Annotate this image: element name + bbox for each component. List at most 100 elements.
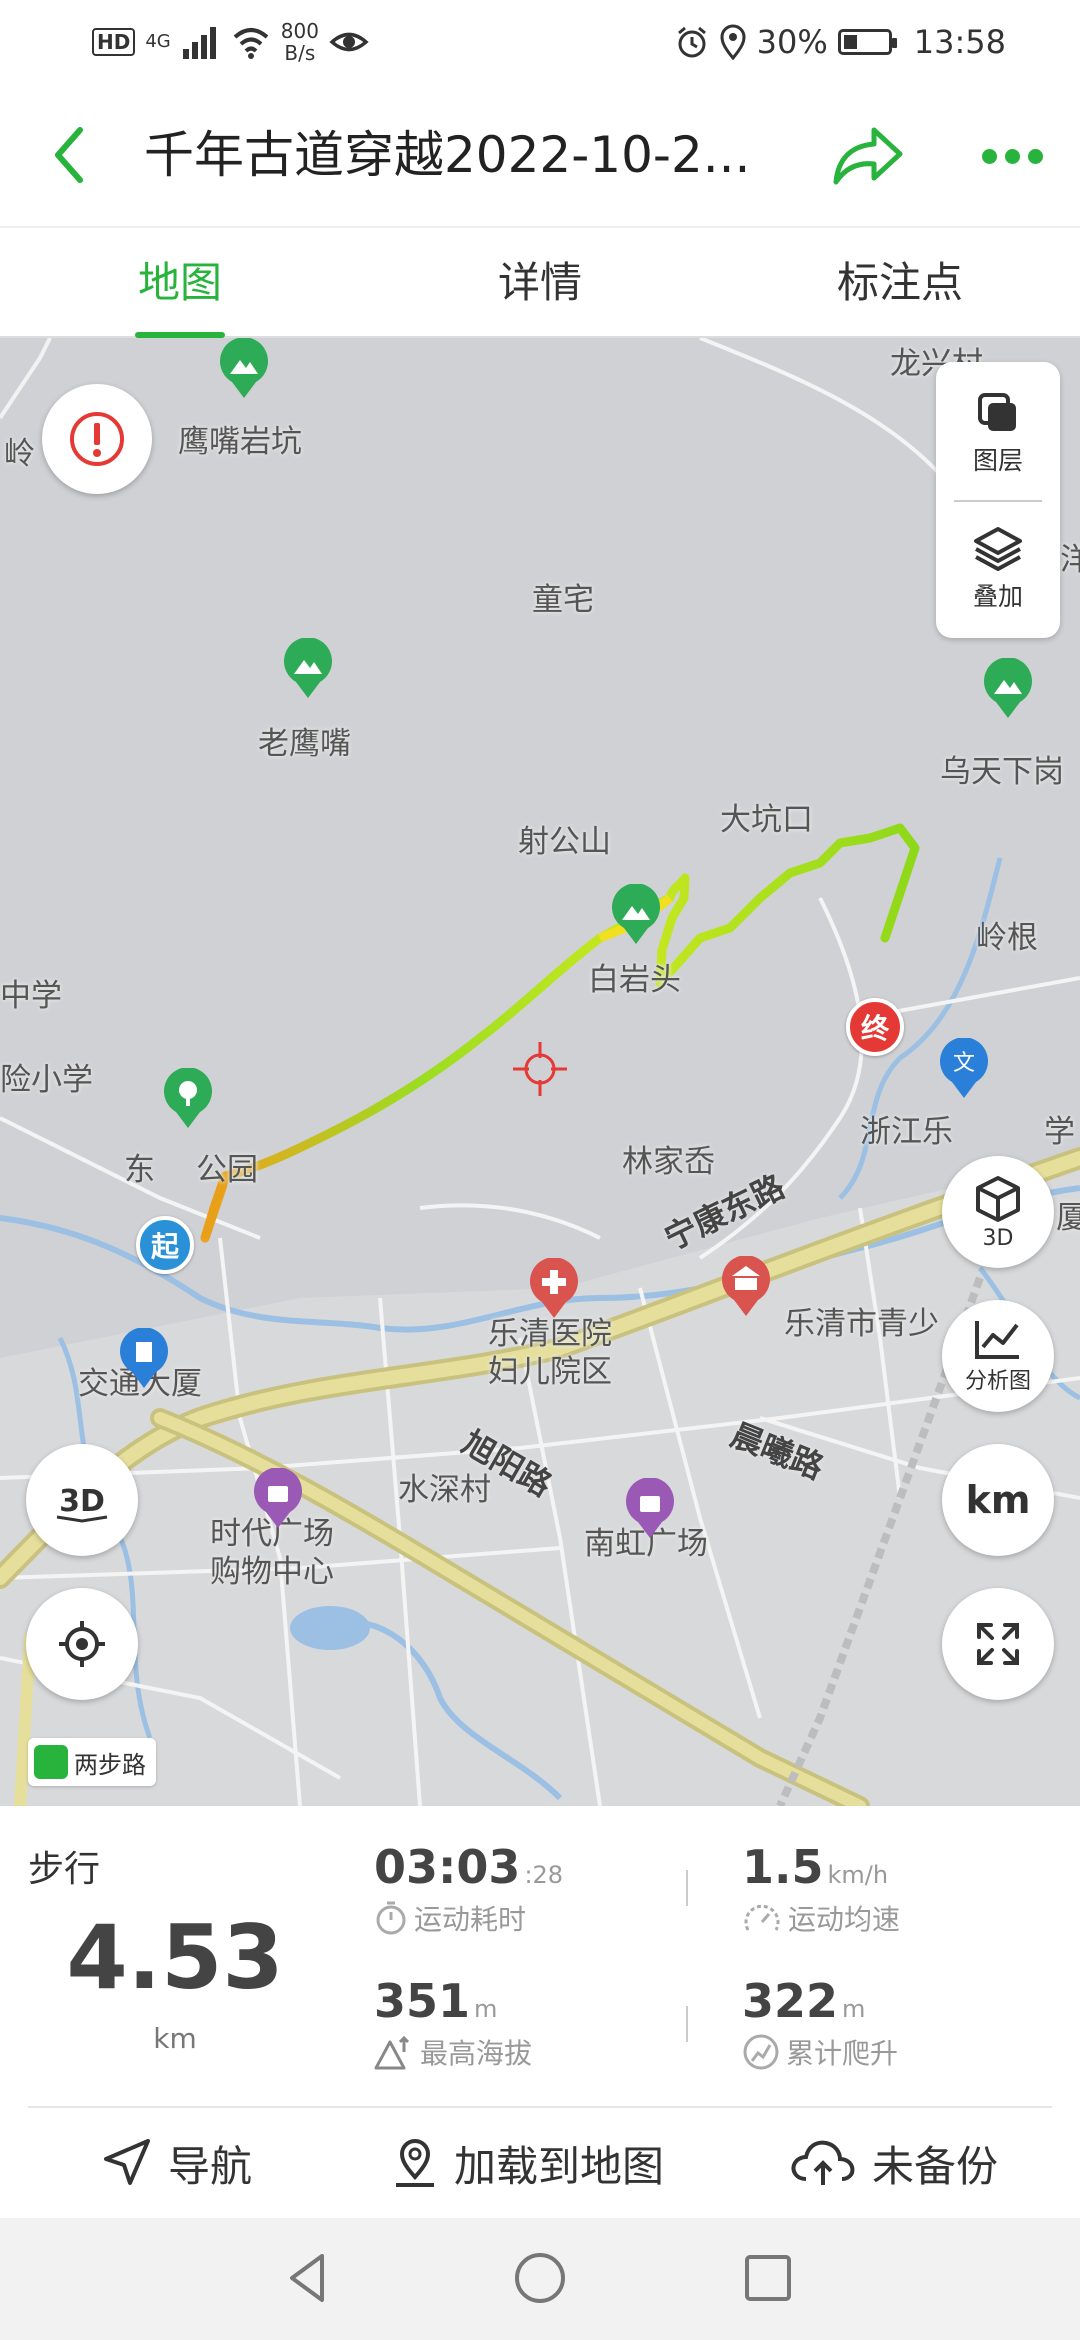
home-circle-icon[interactable]	[510, 2248, 570, 2308]
place-label: 岭根	[976, 920, 1038, 956]
divider	[954, 500, 1042, 502]
view-3d-label: 3D	[982, 1225, 1014, 1251]
duration-stat: 03:03:28 运动耗时	[374, 1840, 563, 1938]
total-climb-unit: m	[842, 1995, 866, 2023]
share-button[interactable]	[828, 120, 908, 190]
layers-icon	[978, 393, 1016, 431]
avg-speed-unit: km/h	[827, 1861, 889, 1889]
divider	[686, 2006, 688, 2042]
analysis-chart-button[interactable]: 分析图	[942, 1300, 1054, 1412]
mountain-poi-icon[interactable]	[982, 658, 1034, 720]
max-altitude-label: 最高海拔	[420, 2037, 533, 2070]
max-altitude-value: 351	[374, 1974, 471, 2028]
park-poi-icon[interactable]	[162, 1068, 214, 1130]
map-3d-toggle-button[interactable]: 3D	[26, 1444, 138, 1556]
scale-km-button[interactable]: km	[942, 1444, 1054, 1556]
share-arrow-icon	[833, 127, 903, 185]
status-left: HD 4G 800 B/s	[92, 20, 369, 64]
signal-icon	[182, 27, 216, 59]
alarm-icon	[677, 26, 706, 58]
fullscreen-button[interactable]	[942, 1588, 1054, 1700]
map-view[interactable]: 鹰嘴岩坑 龙兴村 岭 童宅 洋 老鹰嘴 乌天下岗 射公山 大坑口 白岩头 岭根 …	[0, 338, 1080, 1806]
navigate-button[interactable]: 导航	[98, 2108, 252, 2218]
place-label: 老鹰嘴	[258, 726, 351, 762]
sport-type: 步行	[28, 1849, 101, 1890]
mountain-poi-icon[interactable]	[218, 338, 270, 400]
load-to-map-label: 加载到地图	[454, 2141, 665, 2191]
stack-icon	[974, 527, 1022, 571]
layer-panel: 图层 叠加	[936, 362, 1060, 638]
place-label: 大坑口	[720, 802, 813, 838]
museum-poi-icon[interactable]	[720, 1256, 772, 1318]
school-poi-icon[interactable]: 文	[938, 1038, 990, 1100]
layers-button[interactable]: 图层	[936, 368, 1060, 498]
more-dot-icon	[981, 148, 997, 164]
speed-unit: B/s	[284, 41, 316, 65]
alert-button[interactable]	[42, 384, 152, 494]
battery-percent: 30%	[756, 23, 828, 61]
speedometer-icon	[744, 1904, 780, 1931]
tab-details[interactable]: 详情	[420, 228, 660, 338]
overlay-label: 叠加	[972, 582, 1023, 611]
backup-button[interactable]: 未备份	[788, 2108, 998, 2218]
duration-seconds: :28	[524, 1861, 564, 1889]
place-label: 浙江乐	[860, 1114, 953, 1150]
track-end-marker[interactable]: 终	[846, 998, 904, 1056]
navigation-arrow-icon	[104, 2139, 150, 2185]
recents-square-icon[interactable]	[738, 2248, 798, 2308]
tab-details-label: 详情	[497, 258, 582, 307]
max-altitude-unit: m	[474, 1995, 498, 2023]
place-label: 厦	[1056, 1200, 1080, 1236]
place-label: 东	[124, 1152, 155, 1188]
avg-speed-label: 运动均速	[788, 1903, 901, 1936]
place-label: 射公山	[518, 824, 611, 860]
locate-me-button[interactable]	[26, 1588, 138, 1700]
provider-logo: 两步路	[28, 1738, 156, 1786]
stats-panel: 步行 4.53 km 03:03:28 运动耗时 1.5 km/h 运动均速 35…	[0, 1806, 1080, 2106]
back-button[interactable]	[40, 120, 104, 190]
place-label: 购物中心	[210, 1554, 334, 1590]
place-label: 乐清市青少	[784, 1306, 939, 1342]
overlay-button[interactable]: 叠加	[936, 504, 1060, 634]
view-3d-button[interactable]: 3D	[942, 1156, 1054, 1268]
tab-map[interactable]: 地图	[60, 228, 300, 338]
navigate-label: 导航	[168, 2141, 253, 2191]
mountain-poi-icon[interactable]	[610, 884, 662, 946]
distance-unit: km	[153, 2022, 197, 2055]
track-start-marker[interactable]: 起	[136, 1216, 194, 1274]
tab-map-label: 地图	[137, 258, 222, 307]
wifi-icon	[233, 28, 269, 59]
more-dot-icon	[1027, 148, 1043, 164]
climb-gauge-icon	[743, 2034, 779, 2070]
place-label: 洋	[1060, 542, 1080, 578]
divider	[686, 1870, 688, 1906]
hospital-poi-icon[interactable]	[528, 1258, 580, 1320]
shopping-poi-icon[interactable]	[252, 1468, 304, 1530]
avg-speed-stat: 1.5 km/h 运动均速	[742, 1840, 900, 1938]
bottom-actions: 导航 加载到地图 未备份	[0, 2108, 1080, 2218]
mountain-poi-icon[interactable]	[282, 638, 334, 700]
place-label: 童宅	[532, 582, 594, 618]
clock: 13:58	[913, 23, 1006, 61]
alert-icon	[70, 412, 124, 466]
battery-level	[843, 35, 857, 49]
battery-icon	[837, 29, 897, 55]
network-type: 4G	[145, 31, 171, 52]
max-altitude-stat: 351 m 最高海拔	[374, 1974, 532, 2072]
place-label: 林家岙	[622, 1144, 715, 1180]
back-triangle-icon[interactable]	[278, 2248, 338, 2308]
svg-text:3D: 3D	[59, 1484, 105, 1519]
building-poi-icon[interactable]	[118, 1328, 170, 1390]
distance-value: 4.53	[66, 1906, 284, 2009]
avg-speed-value: 1.5	[742, 1840, 824, 1894]
status-bar: HD 4G 800 B/s 30% 13:58	[0, 0, 1080, 84]
tab-waypoints[interactable]: 标注点	[780, 228, 1020, 338]
more-dot-icon	[1004, 148, 1020, 164]
hd-badge: HD	[92, 28, 136, 56]
app-header: 千年古道穿越2022-10-2...	[0, 84, 1080, 226]
load-to-map-button[interactable]: 加载到地图	[390, 2108, 664, 2218]
shopping-poi-icon[interactable]	[624, 1478, 676, 1540]
place-label: 妇儿院区	[488, 1354, 612, 1390]
layers-label: 图层	[972, 446, 1023, 475]
more-button[interactable]	[972, 128, 1052, 184]
